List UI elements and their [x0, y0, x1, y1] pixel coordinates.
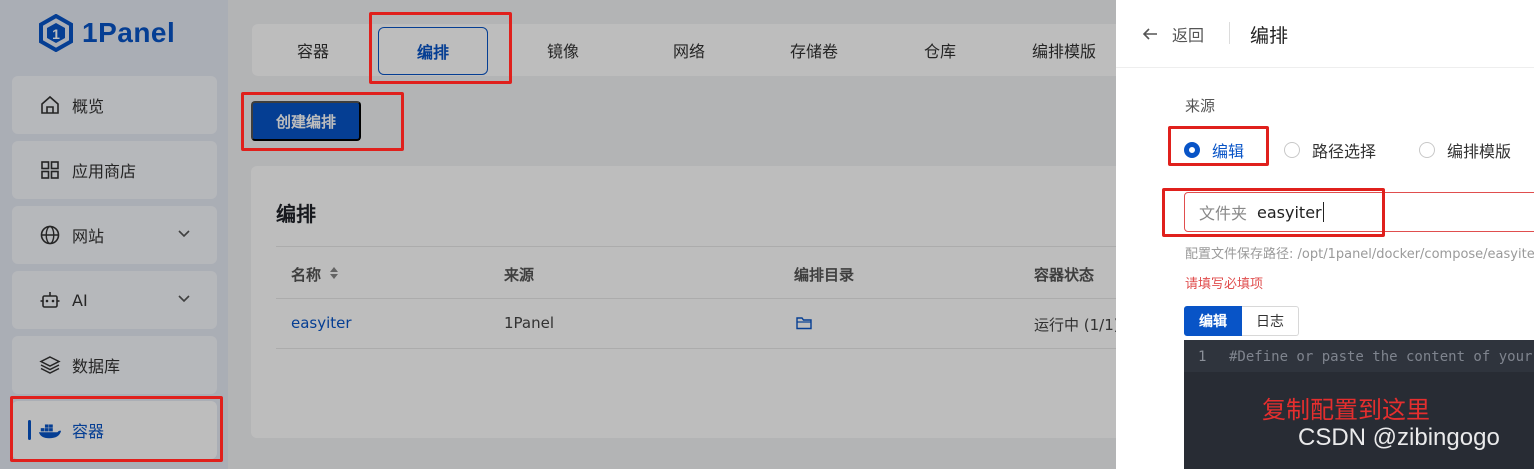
watermark: CSDN @zibingogo [1298, 424, 1500, 451]
radio-label: 路径选择 [1312, 142, 1377, 161]
mode-tab-log[interactable]: 日志 [1242, 306, 1299, 336]
drawer-title: 编排 [1250, 25, 1289, 47]
highlight-box [241, 92, 404, 151]
drawer-header: 返回 编排 [1116, 0, 1534, 68]
radio-label: 编排模版 [1447, 142, 1512, 161]
back-label: 返回 [1172, 26, 1205, 45]
path-hint: 配置文件保存路径: /opt/1panel/docker/compose/eas… [1185, 247, 1534, 262]
highlight-box [1168, 126, 1269, 166]
line-number: 1 [1198, 349, 1207, 365]
required-error: 请填写必填项 [1185, 277, 1264, 292]
header-divider [1229, 22, 1230, 44]
source-radio-path[interactable]: 路径选择 [1284, 138, 1376, 162]
mode-tab-edit[interactable]: 编辑 [1184, 306, 1242, 336]
source-radio-template[interactable]: 编排模版 [1419, 138, 1511, 162]
source-label: 来源 [1185, 97, 1216, 115]
radio-circle [1284, 142, 1300, 158]
radio-circle [1419, 142, 1435, 158]
highlight-box [369, 12, 512, 84]
highlight-box [10, 396, 223, 462]
highlight-box [1162, 188, 1385, 237]
annotation-note: 复制配置到这里 [1262, 396, 1430, 424]
mode-switch: 编辑 日志 [1184, 306, 1299, 336]
back-button[interactable]: 返回 [1142, 22, 1204, 46]
arrow-left-icon [1142, 28, 1157, 40]
editor-placeholder: #Define or paste the content of your doc… [1229, 349, 1534, 365]
